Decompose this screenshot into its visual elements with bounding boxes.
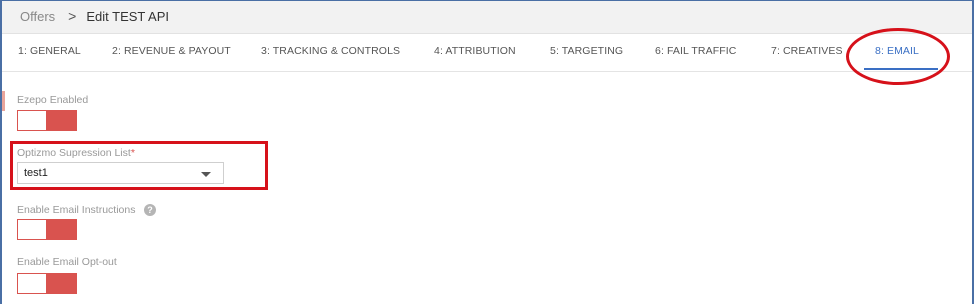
- toggle-knob: [46, 274, 76, 293]
- toggle-knob: [46, 111, 76, 130]
- email-instructions-toggle[interactable]: [17, 219, 77, 240]
- ezepo-enabled-label: Ezepo Enabled: [17, 94, 89, 106]
- tab-fail-traffic[interactable]: 6: FAIL TRAFFIC: [655, 45, 736, 57]
- email-instructions-label: Enable Email Instructions: [17, 204, 136, 216]
- email-optout-toggle[interactable]: [17, 273, 77, 294]
- breadcrumb-separator: >: [68, 8, 77, 24]
- annotation-rectangle: [10, 141, 268, 190]
- breadcrumb-offers-link[interactable]: Offers: [20, 9, 55, 24]
- toggle-knob: [46, 220, 76, 239]
- breadcrumb-current: Edit TEST API: [86, 8, 169, 24]
- tab-creatives[interactable]: 7: CREATIVES: [771, 45, 843, 57]
- email-optout-label: Enable Email Opt-out: [17, 256, 117, 268]
- tab-general[interactable]: 1: GENERAL: [18, 45, 81, 57]
- tab-attribution[interactable]: 4: ATTRIBUTION: [434, 45, 516, 57]
- tab-bar: 1: GENERAL 2: REVENUE & PAYOUT 3: TRACKI…: [2, 34, 972, 72]
- header-bar: Offers > Edit TEST API: [2, 1, 972, 34]
- tab-revenue-payout[interactable]: 2: REVENUE & PAYOUT: [112, 45, 231, 57]
- tab-targeting[interactable]: 5: TARGETING: [550, 45, 623, 57]
- annotation-ellipse: [846, 28, 950, 85]
- help-icon[interactable]: ?: [144, 204, 156, 216]
- tab-tracking-controls[interactable]: 3: TRACKING & CONTROLS: [261, 45, 400, 57]
- breadcrumb: Offers > Edit TEST API: [20, 8, 169, 24]
- side-marker: [2, 91, 5, 111]
- ezepo-enabled-toggle[interactable]: [17, 110, 77, 131]
